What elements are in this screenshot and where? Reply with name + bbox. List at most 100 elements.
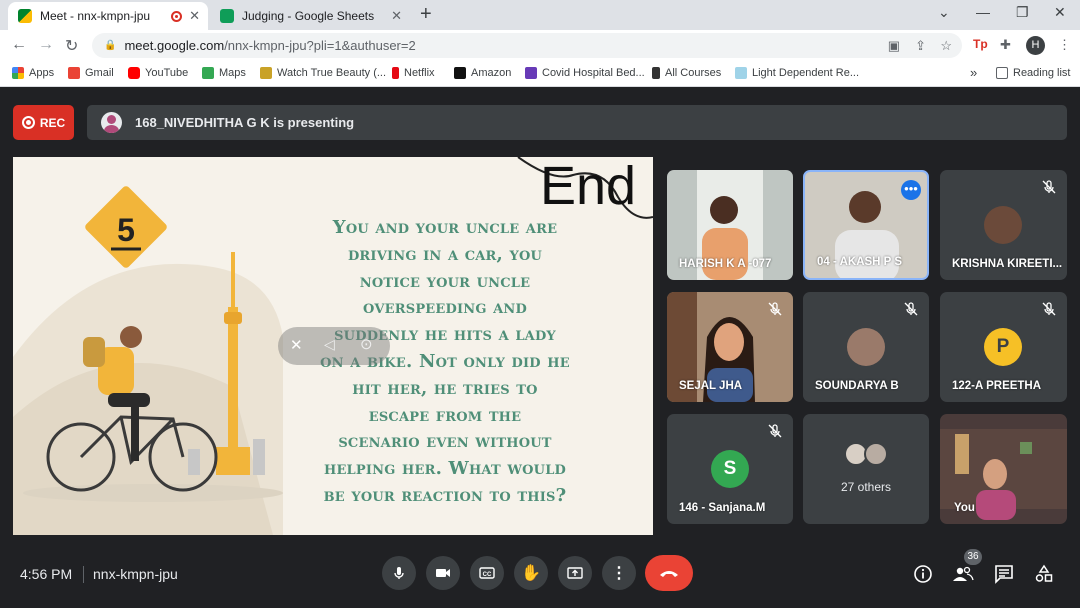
tab-meet[interactable]: Meet - nnx-kmpn-jpu ✕: [8, 2, 208, 30]
meeting-code: nnx-kmpn-jpu: [93, 566, 178, 582]
participant-tile[interactable]: S 146 - Sanjana.M: [667, 414, 793, 524]
site-favicon-icon: [260, 67, 272, 79]
address-bar[interactable]: 🔒 meet.google.com/nnx-kmpn-jpu?pli=1&aut…: [92, 33, 962, 58]
tab-sheets-title: Judging - Google Sheets: [242, 9, 375, 23]
window-close-icon[interactable]: ✕: [1054, 4, 1066, 21]
present-screen-icon: [567, 567, 583, 579]
url-path: /nnx-kmpn-jpu?pli=1&authuser=2: [224, 38, 416, 53]
bookmark-youtube[interactable]: YouTube: [128, 67, 188, 79]
participant-tile[interactable]: SOUNDARYA B: [803, 292, 929, 402]
bookmark-true-beauty[interactable]: Watch True Beauty (...: [260, 67, 386, 79]
participant-initial-avatar: P: [984, 328, 1022, 366]
restore-icon[interactable]: ❐: [1016, 4, 1029, 21]
participant-name: 122-A PREETHA: [952, 380, 1042, 392]
forward-icon[interactable]: →: [38, 36, 54, 54]
others-avatar: [864, 442, 888, 466]
camera-button[interactable]: [426, 556, 460, 590]
close-tab-icon[interactable]: ✕: [391, 8, 402, 24]
mic-off-icon: [1042, 180, 1056, 194]
apps-grid-icon: [12, 67, 24, 79]
camera-permission-icon[interactable]: ▣: [888, 38, 900, 54]
youtube-icon: [128, 67, 140, 79]
more-options-button[interactable]: ⋮: [602, 556, 636, 590]
presenting-text: 168_NIVEDHITHA G K is presenting: [135, 115, 355, 130]
bookmarks-bar: Apps Gmail YouTube Maps Watch True Beaut…: [0, 61, 1080, 87]
participant-tile[interactable]: KRISHNA KIREETI...: [940, 170, 1067, 280]
participant-name: SEJAL JHA: [679, 380, 743, 392]
lock-icon[interactable]: 🔒: [104, 40, 116, 51]
back-icon[interactable]: ←: [11, 36, 27, 54]
volume-off-icon[interactable]: ◁: [324, 336, 335, 353]
tab-sheets[interactable]: Judging - Google Sheets ✕: [210, 2, 410, 30]
close-tab-icon[interactable]: ✕: [189, 8, 200, 24]
bookmark-maps[interactable]: Maps: [202, 67, 246, 79]
microphone-button[interactable]: [382, 556, 416, 590]
fullscreen-icon[interactable]: ⊙: [360, 335, 373, 353]
slide-line: be your reaction to this?: [323, 484, 567, 506]
menu-kebab-icon[interactable]: ⋮: [1058, 37, 1071, 53]
bookmark-ldr[interactable]: Light Dependent Re...: [735, 67, 859, 79]
presenter-avatar: [101, 112, 122, 133]
captions-button[interactable]: CC: [470, 556, 504, 590]
mic-off-icon: [1042, 302, 1056, 316]
mic-off-icon: [768, 424, 782, 438]
participant-name: 146 - Sanjana.M: [679, 502, 766, 514]
bookmark-star-icon[interactable]: ☆: [940, 38, 952, 54]
url-host: meet.google.com: [124, 38, 225, 53]
mute-presenter-icon[interactable]: ✕: [290, 336, 303, 354]
more-bookmarks-icon[interactable]: »: [970, 65, 977, 80]
profile-avatar[interactable]: H: [1026, 36, 1045, 55]
participant-tile[interactable]: HARISH K A -077: [667, 170, 793, 280]
people-button[interactable]: [952, 563, 974, 585]
bookmark-gmail[interactable]: Gmail: [68, 67, 114, 79]
present-now-button[interactable]: [558, 556, 592, 590]
more-options-icon[interactable]: •••: [901, 180, 921, 200]
extensions-puzzle-icon[interactable]: ✚: [1000, 37, 1011, 53]
people-icon: [953, 566, 974, 581]
bookmark-covid-hospital[interactable]: Covid Hospital Bed...: [525, 67, 645, 79]
bookmark-netflix[interactable]: Netflix: [392, 67, 435, 79]
meeting-time: 4:56 PM: [20, 566, 73, 582]
participant-tile-active[interactable]: ••• 04 - AKASH P S: [803, 170, 929, 280]
presentation-hover-controls[interactable]: ✕ ◁ ⊙: [278, 327, 390, 365]
reading-list[interactable]: Reading list: [996, 67, 1070, 79]
participant-name: KRISHNA KIREETI...: [952, 258, 1063, 270]
participant-tile[interactable]: P 122-A PREETHA: [940, 292, 1067, 402]
minimize-icon[interactable]: —: [976, 4, 990, 20]
share-icon[interactable]: ⇪: [915, 38, 926, 54]
recording-button[interactable]: REC: [13, 105, 74, 140]
record-icon: [21, 116, 35, 129]
extension-tp-icon[interactable]: Tp: [973, 37, 988, 51]
bookmark-amazon[interactable]: Amazon: [454, 67, 511, 79]
amazon-icon: [454, 67, 466, 79]
bookmark-apps[interactable]: Apps: [12, 67, 54, 79]
others-count: 27 others: [840, 480, 892, 494]
forms-icon: [525, 67, 537, 79]
rec-label: REC: [39, 115, 66, 130]
leave-call-button[interactable]: [645, 555, 693, 591]
participant-name: You: [954, 502, 975, 514]
meeting-details-button[interactable]: [912, 563, 934, 585]
others-tile[interactable]: 27 others: [803, 414, 929, 524]
participant-name: HARISH K A -077: [679, 258, 772, 270]
gmail-icon: [68, 67, 80, 79]
svg-text:CC: CC: [483, 572, 492, 578]
reading-list-icon: [996, 67, 1008, 79]
chat-button[interactable]: [993, 563, 1015, 585]
slide-line: escape from the: [368, 404, 522, 426]
self-tile[interactable]: You: [940, 414, 1067, 524]
reload-icon[interactable]: ↻: [65, 36, 78, 56]
raise-hand-button[interactable]: ✋: [514, 556, 548, 590]
end-label: End: [540, 157, 637, 216]
participant-count-badge: 36: [964, 549, 982, 565]
tab-search-icon[interactable]: ⌄: [938, 4, 950, 21]
mic-off-icon: [768, 302, 782, 316]
activities-button[interactable]: [1033, 563, 1055, 585]
new-tab-icon[interactable]: +: [420, 3, 432, 26]
slide-line: driving in a car, you: [347, 243, 543, 265]
video-camera-icon: [436, 569, 450, 577]
participant-tile[interactable]: SEJAL JHA: [667, 292, 793, 402]
bookmark-all-courses[interactable]: All Courses: [652, 67, 721, 79]
participant-avatar: [847, 328, 885, 366]
microphone-icon: [394, 567, 404, 579]
